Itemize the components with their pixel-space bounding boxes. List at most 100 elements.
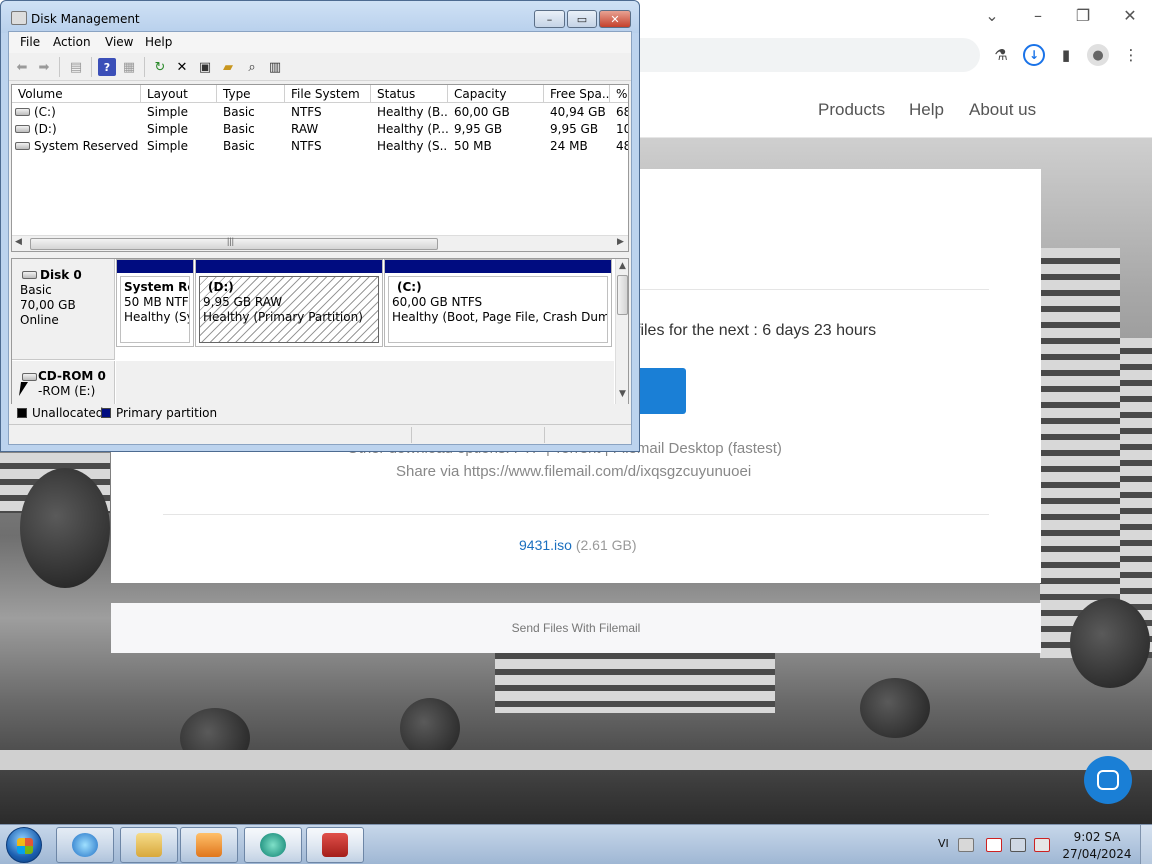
- toolbar-separator: [144, 57, 145, 77]
- share-link-text[interactable]: Share via https://www.filemail.com/d/ixq…: [396, 463, 751, 480]
- nav-help-link[interactable]: Help: [909, 100, 944, 120]
- column-header-type[interactable]: Type: [217, 85, 285, 103]
- column-header-free-space[interactable]: Free Spa...: [544, 85, 610, 103]
- volume-muted-icon[interactable]: [1034, 838, 1050, 852]
- menu-action[interactable]: Action: [53, 35, 91, 49]
- internet-explorer-icon: [72, 833, 98, 857]
- file-name-link[interactable]: 9431.iso: [519, 537, 572, 553]
- delete-icon[interactable]: ✕: [173, 58, 191, 76]
- partition-body: System Res 50 MB NTFS Healthy (Sys: [120, 276, 190, 343]
- taskbar-media-player[interactable]: [180, 827, 238, 863]
- file-row: 9431.iso (2.61 GB): [519, 537, 637, 553]
- help-icon[interactable]: ?: [98, 58, 116, 76]
- restore-icon[interactable]: ❐: [1071, 4, 1095, 26]
- start-button[interactable]: [6, 827, 42, 863]
- minimize-button[interactable]: –: [534, 10, 565, 28]
- partition-header: [385, 260, 611, 273]
- cell-free-space: 24 MB: [550, 139, 588, 153]
- chat-support-button[interactable]: [1084, 756, 1132, 804]
- scrollbar-thumb[interactable]: |||: [30, 236, 438, 250]
- column-header-layout[interactable]: Layout: [141, 85, 217, 103]
- scroll-up-icon[interactable]: ▲: [619, 261, 626, 271]
- column-header-volume[interactable]: Volume: [12, 85, 141, 103]
- scroll-down-icon[interactable]: ▼: [619, 389, 626, 399]
- open-folder-icon[interactable]: ▰: [219, 58, 237, 76]
- cell-layout: Simple: [147, 105, 188, 119]
- network-icon[interactable]: [1010, 838, 1026, 852]
- browser-menu-icon[interactable]: ⋮: [1120, 44, 1142, 66]
- clock-time[interactable]: 9:02 SA: [1060, 830, 1134, 844]
- file-size: (2.61 GB): [575, 537, 637, 553]
- scroll-right-icon[interactable]: ▶: [617, 237, 624, 247]
- tab-search-icon[interactable]: ⌄: [980, 4, 1004, 26]
- properties-list-icon[interactable]: ▦: [120, 58, 138, 76]
- side-panel-icon[interactable]: ▮: [1055, 44, 1077, 66]
- cell-file-system: RAW: [291, 122, 319, 136]
- column-header-file-system[interactable]: File System: [285, 85, 371, 103]
- cell-type: Basic: [223, 105, 255, 119]
- close-icon[interactable]: ✕: [1118, 4, 1142, 26]
- table-row[interactable]: System Reserved Simple Basic NTFS Health…: [12, 138, 628, 155]
- cdrom-media-area[interactable]: [116, 361, 614, 405]
- tree: [860, 678, 930, 738]
- profile-avatar-icon[interactable]: ●: [1087, 44, 1109, 66]
- vertical-scrollbar[interactable]: ▲ ▼: [615, 259, 628, 405]
- console-tree-icon[interactable]: ▤: [67, 58, 85, 76]
- scrollbar-thumb[interactable]: [617, 275, 628, 315]
- scroll-left-icon[interactable]: ◀: [15, 237, 22, 247]
- forward-arrow-icon[interactable]: ➡: [35, 58, 53, 76]
- clock-date[interactable]: 27/04/2024: [1060, 847, 1134, 861]
- window-title-bar[interactable]: Disk Management – ▭ ✕: [1, 1, 639, 33]
- maximize-button[interactable]: ▭: [567, 10, 597, 28]
- table-row[interactable]: (C:) Simple Basic NTFS Healthy (B... 60,…: [12, 104, 628, 121]
- partition-system-reserved[interactable]: System Res 50 MB NTFS Healthy (Sys: [116, 259, 194, 347]
- menu-help[interactable]: Help: [145, 35, 172, 49]
- keyboard-icon[interactable]: [958, 838, 974, 852]
- cd-rom-icon: [22, 373, 37, 381]
- window-title: Disk Management: [31, 12, 140, 26]
- cell-type: Basic: [223, 122, 255, 136]
- menu-file[interactable]: File: [20, 35, 40, 49]
- close-button[interactable]: ✕: [599, 10, 631, 28]
- properties-icon[interactable]: ▣: [196, 58, 214, 76]
- cell-status: Healthy (B...: [377, 105, 448, 119]
- cell-volume: (D:): [34, 122, 57, 136]
- column-header-capacity[interactable]: Capacity: [448, 85, 544, 103]
- partition-detail: 9,95 GB RAW: [203, 295, 283, 309]
- labs-flask-icon[interactable]: ⚗: [990, 44, 1012, 66]
- partition-d[interactable]: (D:) 9,95 GB RAW Healthy (Primary Partit…: [195, 259, 383, 347]
- export-icon[interactable]: ▥: [266, 58, 284, 76]
- column-header-status[interactable]: Status: [371, 85, 448, 103]
- nav-products-link[interactable]: Products: [818, 100, 885, 120]
- partition-name: System Res: [124, 280, 189, 294]
- partition-c[interactable]: (C:) 60,00 GB NTFS Healthy (Boot, Page F…: [384, 259, 612, 347]
- folder-icon: [136, 833, 162, 857]
- partition-body: (C:) 60,00 GB NTFS Healthy (Boot, Page F…: [388, 276, 608, 343]
- footer-text[interactable]: Send Files With Filemail: [111, 621, 1041, 635]
- partition-status: Healthy (Primary Partition): [203, 310, 363, 324]
- column-header-percent-free[interactable]: % F: [610, 85, 628, 103]
- menu-view[interactable]: View: [105, 35, 133, 49]
- table-row[interactable]: (D:) Simple Basic RAW Healthy (P... 9,95…: [12, 121, 628, 138]
- back-arrow-icon[interactable]: ⬅: [13, 58, 31, 76]
- disk-0-label[interactable]: Disk 0 Basic 70,00 GB Online: [12, 259, 115, 360]
- disk-graphical-view: Disk 0 Basic 70,00 GB Online System Res …: [11, 258, 629, 406]
- cell-status: Healthy (P...: [377, 122, 448, 136]
- action-center-flag-icon[interactable]: [986, 838, 1002, 852]
- taskbar-internet-explorer[interactable]: [56, 827, 114, 863]
- nav-about-link[interactable]: About us: [969, 100, 1036, 120]
- horizontal-scrollbar[interactable]: ◀ ||| ▶: [12, 235, 628, 251]
- hard-drive-icon: [22, 271, 37, 279]
- show-desktop-button[interactable]: [1140, 825, 1152, 864]
- taskbar-computer-management[interactable]: [306, 827, 364, 863]
- address-bar[interactable]: [600, 38, 980, 72]
- search-icon[interactable]: ⌕: [243, 58, 261, 76]
- refresh-icon[interactable]: ↻: [151, 58, 169, 76]
- cell-capacity: 9,95 GB: [454, 122, 503, 136]
- taskbar-file-explorer[interactable]: [120, 827, 178, 863]
- minimize-icon[interactable]: –: [1026, 4, 1050, 26]
- cell-capacity: 50 MB: [454, 139, 492, 153]
- downloads-icon[interactable]: ↓: [1023, 44, 1045, 66]
- taskbar-browser[interactable]: [244, 827, 302, 863]
- input-language-indicator[interactable]: VI: [938, 837, 949, 850]
